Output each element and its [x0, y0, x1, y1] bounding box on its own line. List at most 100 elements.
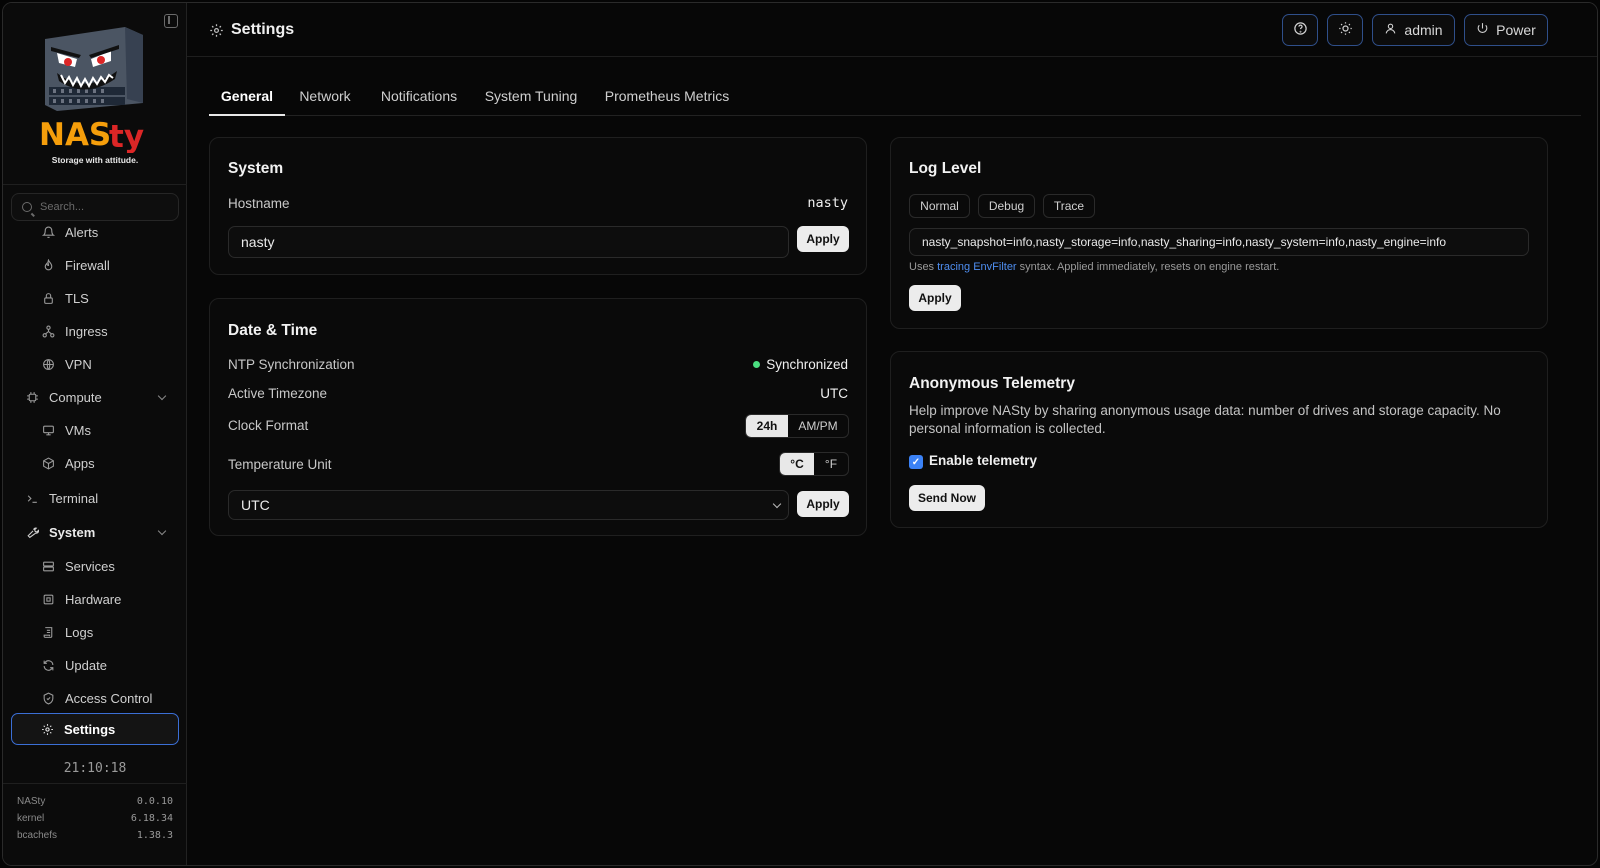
sidebar-clock: 21:10:18	[63, 761, 127, 776]
bell-icon	[41, 225, 55, 239]
tab-network[interactable]: Network	[291, 81, 359, 116]
sidebar-item-label: VMs	[65, 422, 91, 438]
log-level-card: Log Level Normal Debug Trace Uses tracin…	[890, 137, 1548, 329]
ntp-status: Synchronized	[753, 357, 848, 372]
sidebar-item-firewall[interactable]: Firewall	[41, 250, 179, 280]
help-text: syntax. Applied immediately, resets on e…	[1016, 261, 1280, 273]
timezone-label: Active Timezone	[228, 386, 328, 401]
sidebar-item-vms[interactable]: VMs	[41, 415, 179, 445]
tab-general[interactable]: General	[209, 81, 285, 116]
user-menu-button[interactable]: admin	[1372, 14, 1455, 46]
monitor-icon	[41, 423, 55, 437]
sidebar-item-label: Access Control	[65, 690, 153, 706]
timezone-apply-button[interactable]: Apply	[797, 491, 849, 517]
search-input[interactable]	[40, 199, 170, 215]
sidebar-item-terminal[interactable]: Terminal	[25, 483, 173, 513]
sidebar-item-hardware[interactable]: Hardware	[41, 584, 179, 614]
telemetry-checkbox[interactable]: ✓	[909, 455, 923, 469]
telemetry-checkbox-label[interactable]: Enable telemetry	[929, 453, 1037, 468]
sidebar-item-label: Ingress	[65, 323, 108, 339]
send-now-button[interactable]: Send Now	[909, 485, 985, 511]
log-level-trace[interactable]: Trace	[1043, 194, 1095, 218]
sidebar-item-label: Logs	[65, 624, 94, 640]
hostname-apply-button[interactable]: Apply	[797, 226, 849, 252]
version-value: 1.38.3	[136, 830, 173, 841]
clock-format-label: Clock Format	[228, 418, 309, 433]
chip-icon	[41, 592, 55, 606]
sidebar-item-label: Firewall	[65, 257, 110, 273]
sidebar-item-ingress[interactable]: Ingress	[41, 316, 179, 346]
app-window: NAS ty Storage with attitude. Alerts Fir…	[2, 2, 1598, 866]
help-text: Uses	[909, 261, 938, 273]
ntp-label: NTP Synchronization	[228, 357, 355, 372]
power-button[interactable]: Power	[1464, 14, 1548, 46]
tab-notifications[interactable]: Notifications	[371, 81, 467, 116]
log-level-debug[interactable]: Debug	[978, 194, 1035, 218]
shield-icon	[41, 691, 55, 705]
globe-icon	[41, 357, 55, 371]
sidebar-item-access-control[interactable]: Access Control	[41, 683, 179, 713]
card-title: Date & Time	[228, 322, 318, 339]
clock-option-24h[interactable]: 24h	[746, 415, 788, 437]
lock-icon	[41, 291, 55, 305]
version-value: 6.18.34	[130, 813, 173, 824]
telemetry-card: Anonymous Telemetry Help improve NASty b…	[890, 351, 1548, 528]
hostname-input[interactable]	[228, 226, 789, 258]
log-filter-help: Uses tracing EnvFilter syntax. Applied i…	[909, 261, 1279, 273]
gear-icon	[209, 23, 224, 42]
sidebar-item-label: Services	[65, 558, 115, 574]
server-icon	[41, 559, 55, 573]
telemetry-description: Help improve NASty by sharing anonymous …	[909, 403, 1501, 436]
hostname-label: Hostname	[228, 196, 290, 211]
clock-format-toggle: 24h AM/PM	[745, 414, 849, 438]
sidebar-item-update[interactable]: Update	[41, 650, 179, 680]
search-icon	[22, 202, 32, 212]
svg-text:ty: ty	[109, 119, 144, 153]
sidebar-item-logs[interactable]: Logs	[41, 617, 179, 647]
sidebar-item-vpn[interactable]: VPN	[41, 349, 179, 379]
theme-toggle-button[interactable]	[1327, 14, 1363, 46]
sidebar-group-compute[interactable]: Compute	[25, 382, 173, 412]
log-level-normal[interactable]: Normal	[909, 194, 970, 218]
card-title: Anonymous Telemetry	[909, 375, 1075, 392]
sidebar-item-services[interactable]: Services	[41, 551, 179, 581]
sidebar-item-label: Alerts	[65, 224, 99, 240]
clock-option-ampm[interactable]: AM/PM	[788, 415, 848, 437]
chevron-down-icon	[157, 526, 167, 536]
tracing-envfilter-link[interactable]: tracing EnvFilter	[937, 261, 1016, 273]
sidebar: NAS ty Storage with attitude. Alerts Fir…	[3, 3, 187, 865]
timezone-select-value: UTC	[241, 497, 270, 513]
hostname-value: nasty	[807, 195, 848, 211]
sidebar-item-settings[interactable]: Settings	[11, 713, 179, 745]
sidebar-item-alerts[interactable]: Alerts	[41, 217, 179, 247]
sidebar-group-system[interactable]: System	[25, 517, 173, 547]
sidebar-item-apps[interactable]: Apps	[41, 448, 179, 478]
wrench-icon	[25, 525, 39, 539]
log-apply-button[interactable]: Apply	[909, 285, 961, 311]
sidebar-item-label: TLS	[65, 290, 89, 306]
ntp-status-text: Synchronized	[766, 357, 848, 372]
temp-option-fahrenheit[interactable]: °F	[814, 453, 848, 475]
version-row: kernel 6.18.34	[17, 813, 173, 824]
version-name: kernel	[17, 813, 45, 824]
log-filter-input[interactable]	[909, 228, 1529, 256]
temp-option-celsius[interactable]: °C	[780, 453, 814, 475]
timezone-select[interactable]: UTC	[228, 490, 789, 520]
nasty-logo-icon: NAS ty	[39, 27, 144, 153]
tab-prometheus-metrics[interactable]: Prometheus Metrics	[597, 81, 737, 116]
tab-system-tuning[interactable]: System Tuning	[479, 81, 583, 116]
chevron-down-icon	[772, 499, 782, 509]
status-dot-icon	[753, 361, 761, 368]
help-icon	[1293, 21, 1308, 39]
version-value: 0.0.10	[136, 796, 173, 807]
gear-icon	[40, 722, 54, 736]
version-info: NASty 0.0.10 kernel 6.18.34 bcachefs 1.38.3	[3, 783, 187, 865]
system-card: System Hostname nasty Apply	[209, 137, 867, 275]
power-label: Power	[1496, 22, 1536, 38]
sun-icon	[1338, 21, 1353, 39]
sidebar-item-tls[interactable]: TLS	[41, 283, 179, 313]
cpu-icon	[25, 390, 39, 404]
box-icon	[41, 456, 55, 470]
help-button[interactable]	[1282, 14, 1318, 46]
version-name: NASty	[17, 796, 46, 807]
